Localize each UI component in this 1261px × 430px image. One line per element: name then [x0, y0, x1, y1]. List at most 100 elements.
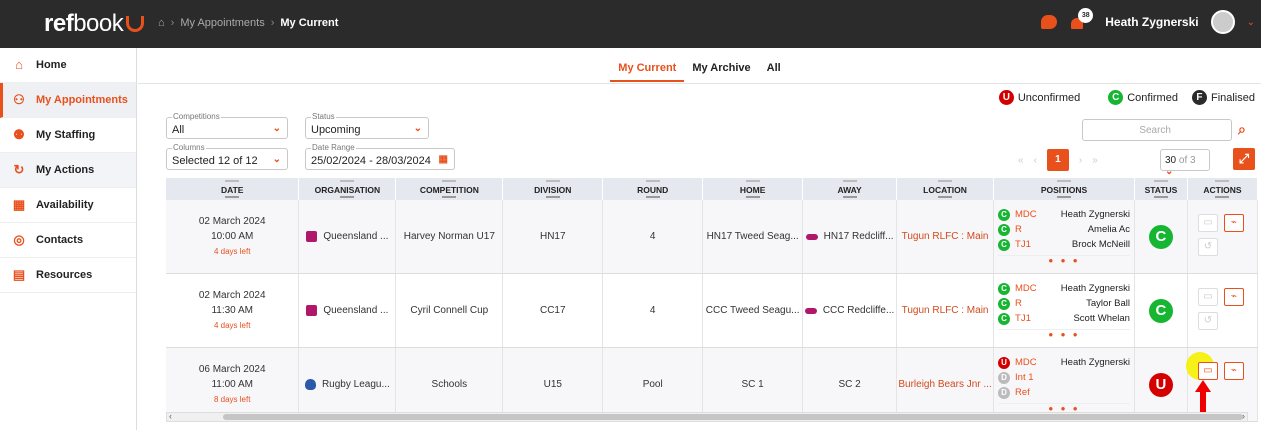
- calendar-icon[interactable]: ▦: [439, 154, 448, 165]
- undo-icon[interactable]: ↺: [1197, 312, 1218, 330]
- user-name[interactable]: Heath Zygnerski: [1105, 15, 1198, 29]
- home-icon[interactable]: ⌂: [158, 17, 165, 29]
- team-logo-icon: [805, 233, 818, 240]
- position-row: C TJ1 Scott Whelan: [998, 311, 1130, 326]
- message-icon[interactable]: ▭: [1197, 214, 1218, 232]
- sidebar-item-my-staffing[interactable]: ⚉ My Staffing: [0, 118, 136, 153]
- sidebar-item-resources[interactable]: ▤ Resources: [0, 258, 136, 293]
- sidebar-item-label: My Appointments: [36, 94, 128, 106]
- legend-confirmed: C Confirmed: [1108, 90, 1178, 105]
- table-row[interactable]: 02 March 2024 10:00 AM 4 days left Queensl…: [166, 200, 1259, 274]
- team-logo-icon: [804, 307, 817, 314]
- sidebar-item-label: Resources: [36, 269, 93, 281]
- date-range-field[interactable]: Date Range 25/02/2024 - 28/03/2024 ▦: [305, 143, 455, 170]
- cell-away: HN17 Redcliff...: [802, 200, 898, 274]
- column-header-organisation[interactable]: ORGANISATION: [298, 178, 397, 200]
- search-icon[interactable]: ⌕: [1238, 121, 1246, 138]
- competitions-select[interactable]: Competitions All ⌄: [166, 112, 288, 139]
- bell-icon[interactable]: 38: [1069, 8, 1094, 30]
- message-icon[interactable]: ▭: [1197, 362, 1218, 380]
- scroll-right-icon[interactable]: ›: [1242, 411, 1245, 421]
- position-row: D Ref: [998, 385, 1130, 400]
- scroll-left-icon[interactable]: ‹: [169, 411, 172, 421]
- top-bar: refbook ⌂ › My Appointments › My Current…: [0, 0, 1261, 48]
- confirmed-icon: C: [998, 223, 1011, 236]
- sidebar-item-label: My Staffing: [36, 129, 96, 141]
- first-page-icon[interactable]: «: [1018, 155, 1024, 166]
- column-header-division[interactable]: DIVISION: [502, 178, 604, 200]
- column-header-date[interactable]: DATE: [166, 178, 300, 200]
- undo-icon[interactable]: ↺: [1197, 238, 1218, 256]
- confirmed-icon: C: [998, 238, 1011, 251]
- position-row: C R Amelia Ac: [998, 222, 1130, 237]
- activity-icon[interactable]: ⌁: [1223, 214, 1244, 232]
- status-legend: U Unconfirmed C Confirmed F Finalised: [977, 90, 1255, 105]
- column-header-home[interactable]: HOME: [702, 178, 804, 200]
- more-positions-button[interactable]: • • •: [998, 254, 1130, 267]
- message-icon[interactable]: ▭: [1197, 288, 1218, 306]
- column-header-away[interactable]: AWAY: [802, 178, 898, 200]
- column-header-status[interactable]: STATUS: [1134, 178, 1188, 200]
- scrollbar-thumb[interactable]: [223, 414, 1243, 420]
- cell-actions: ▭ ⌁ ↺: [1187, 200, 1259, 274]
- cell-location[interactable]: Burleigh Bears Jnr ...: [896, 347, 995, 422]
- cell-location[interactable]: Tugun RLFC : Main: [896, 200, 995, 274]
- cell-actions: ▭ ⌁ ↺: [1187, 273, 1259, 348]
- sidebar-item-label: Home: [36, 59, 67, 71]
- actions-icon: ↻: [13, 162, 25, 177]
- cell-location[interactable]: Tugun RLFC : Main: [896, 273, 995, 348]
- per-page-select[interactable]: 30 of 3 ⌄: [1160, 149, 1210, 177]
- column-header-competition[interactable]: COMPETITION: [395, 178, 504, 200]
- position-row: C R Taylor Ball: [998, 296, 1130, 311]
- more-positions-button[interactable]: • • •: [998, 328, 1130, 341]
- last-page-icon[interactable]: »: [1092, 155, 1098, 166]
- column-header-round[interactable]: ROUND: [602, 178, 704, 200]
- table-row[interactable]: 06 March 2024 11:00 AM 8 days left Rugby L…: [166, 347, 1259, 422]
- tab-my-current[interactable]: My Current: [610, 62, 685, 82]
- cell-organisation: Queensland ...: [298, 273, 397, 348]
- sidebar-item-label: Availability: [36, 199, 94, 211]
- avatar[interactable]: [1210, 10, 1235, 34]
- breadcrumb-section[interactable]: My Appointments: [180, 17, 264, 29]
- horizontal-scrollbar[interactable]: ‹ ›: [166, 411, 1248, 422]
- chevron-down-icon[interactable]: ⌄: [1247, 17, 1255, 28]
- cell-status: C: [1134, 200, 1188, 274]
- unconfirmed-icon: U: [998, 90, 1014, 105]
- sidebar-item-contacts[interactable]: ◎ Contacts: [0, 223, 136, 258]
- legend-label: Confirmed: [1127, 91, 1178, 104]
- sidebar-item-availability[interactable]: ▦ Availability: [0, 188, 136, 223]
- prev-page-icon[interactable]: ‹: [1034, 155, 1037, 166]
- cell-competition: Harvey Norman U17: [395, 200, 504, 274]
- status-badge: U: [1148, 372, 1173, 397]
- table-row[interactable]: 02 March 2024 11:30 AM 4 days left Queensl…: [166, 273, 1259, 348]
- confirmed-icon: C: [998, 297, 1011, 310]
- columns-select[interactable]: Columns Selected 12 of 12 ⌄: [166, 143, 288, 170]
- activity-icon[interactable]: ⌁: [1223, 362, 1244, 380]
- appointments-table: DATE ORGANISATION COMPETITION DIVISION R…: [166, 178, 1259, 422]
- tab-bar: My Current My Archive All: [138, 62, 1261, 82]
- sidebar-item-home[interactable]: ⌂ Home: [0, 48, 136, 83]
- resources-icon: ▤: [12, 267, 26, 282]
- column-header-positions[interactable]: POSITIONS: [993, 178, 1135, 200]
- cell-round: 4: [602, 273, 704, 348]
- page-number-current[interactable]: 1: [1046, 149, 1069, 171]
- tab-my-archive[interactable]: My Archive: [684, 62, 758, 82]
- tab-all[interactable]: All: [759, 62, 789, 82]
- sidebar-item-my-appointments[interactable]: ⚇ My Appointments: [0, 83, 136, 118]
- staffing-icon: ⚉: [13, 127, 25, 142]
- refbook-logo[interactable]: refbook: [44, 10, 145, 38]
- column-header-actions[interactable]: ACTIONS: [1187, 178, 1259, 200]
- activity-icon[interactable]: ⌁: [1223, 288, 1244, 306]
- fullscreen-icon[interactable]: ⤢: [1233, 148, 1255, 170]
- cell-positions: C MDC Heath Zygnerski C R Amelia Ac C TJ1 Broc…: [993, 200, 1135, 274]
- sidebar: ⌂ Home ⚇ My Appointments ⚉ My Staffing ↻ My …: [0, 48, 137, 430]
- cell-status: C: [1134, 273, 1188, 348]
- chat-icon[interactable]: [1041, 15, 1058, 29]
- column-header-location[interactable]: LOCATION: [896, 178, 995, 200]
- sidebar-item-my-actions[interactable]: ↻ My Actions: [0, 153, 136, 188]
- status-select[interactable]: Status Upcoming ⌄: [305, 112, 429, 139]
- cell-home: SC 1: [702, 347, 804, 422]
- next-page-icon[interactable]: ›: [1079, 155, 1082, 166]
- chevron-down-icon: ⌄: [413, 123, 422, 134]
- search-input[interactable]: Search: [1082, 119, 1232, 141]
